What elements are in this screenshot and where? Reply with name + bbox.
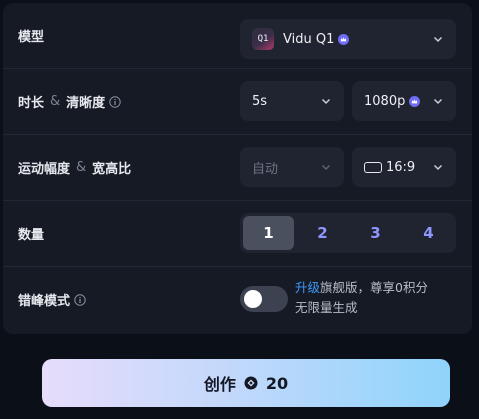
motion-ratio-label: 运动幅度 & 宽高比 (18, 160, 132, 177)
model-select[interactable]: Q1 Vidu Q1 (240, 19, 456, 59)
motion-value: 自动 (252, 161, 279, 177)
vip-crown-icon (338, 33, 350, 45)
settings-panel: 模型 Q1 Vidu Q1 时长 & 清晰度 5s 1080p 运动幅度 & 宽… (3, 3, 472, 334)
model-value: Vidu Q1 (283, 31, 335, 47)
credit-cost: 20 (265, 373, 289, 393)
count-option-4[interactable]: 4 (403, 216, 454, 250)
chevron-down-icon (321, 164, 331, 171)
resolution-value: 1080p (364, 93, 406, 109)
chevron-down-icon (321, 98, 331, 105)
count-option-1[interactable]: 1 (243, 216, 294, 250)
info-icon[interactable] (109, 95, 121, 108)
count-segmented-control: 1 2 3 4 (240, 213, 456, 253)
duration-select[interactable]: 5s (240, 81, 344, 121)
count-label: 数量 (18, 228, 45, 243)
credit-icon (244, 376, 258, 390)
motion-select[interactable]: 自动 (240, 147, 344, 187)
chevron-down-icon (433, 98, 443, 105)
upgrade-link[interactable]: 升级 (295, 280, 320, 295)
off-peak-label: 错峰模式 (18, 267, 86, 332)
chevron-down-icon (433, 164, 443, 171)
upgrade-message: 升级旗舰版，尊享0积分 无限量生成 (295, 280, 428, 315)
duration-value: 5s (252, 93, 268, 109)
aspect-ratio-value: 16:9 (386, 159, 416, 175)
duration-resolution-label: 时长 & 清晰度 (18, 69, 121, 134)
duration-row: 时长 & 清晰度 5s 1080p (3, 69, 472, 135)
resolution-select[interactable]: 1080p (352, 81, 456, 121)
count-row: 数量 1 2 3 4 (3, 201, 472, 267)
off-peak-toggle[interactable] (240, 286, 288, 312)
count-option-3[interactable]: 3 (350, 216, 401, 250)
aspect-ratio-icon (364, 161, 382, 173)
create-button[interactable]: 创作 20 (42, 359, 450, 407)
toggle-knob (244, 290, 262, 308)
off-peak-row: 错峰模式 升级旗舰版，尊享0积分 无限量生成 (3, 267, 472, 332)
model-label: 模型 (18, 30, 45, 45)
vip-crown-icon (409, 95, 421, 107)
model-logo: Q1 (252, 28, 274, 50)
motion-row: 运动幅度 & 宽高比 自动 16:9 (3, 135, 472, 201)
create-button-label: 创作 (203, 375, 236, 394)
aspect-ratio-select[interactable]: 16:9 (352, 147, 456, 187)
info-icon[interactable] (74, 293, 86, 306)
chevron-down-icon (433, 36, 443, 43)
count-option-2[interactable]: 2 (297, 216, 348, 250)
model-row: 模型 Q1 Vidu Q1 (3, 3, 472, 69)
